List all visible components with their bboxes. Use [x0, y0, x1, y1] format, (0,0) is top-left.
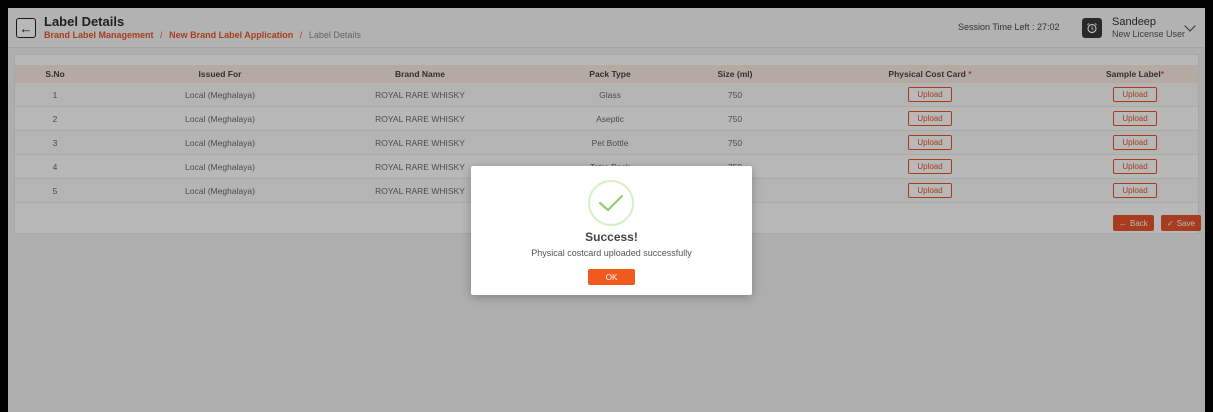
ok-button[interactable]: OK [588, 269, 635, 285]
check-circle-icon [588, 180, 634, 226]
dialog-message: Physical costcard uploaded successfully [531, 248, 692, 258]
check-icon [598, 194, 624, 212]
success-dialog: Success! Physical costcard uploaded succ… [471, 166, 752, 295]
app-frame: ← Label Details Brand Label Management /… [8, 8, 1205, 412]
dialog-title: Success! [585, 230, 638, 244]
